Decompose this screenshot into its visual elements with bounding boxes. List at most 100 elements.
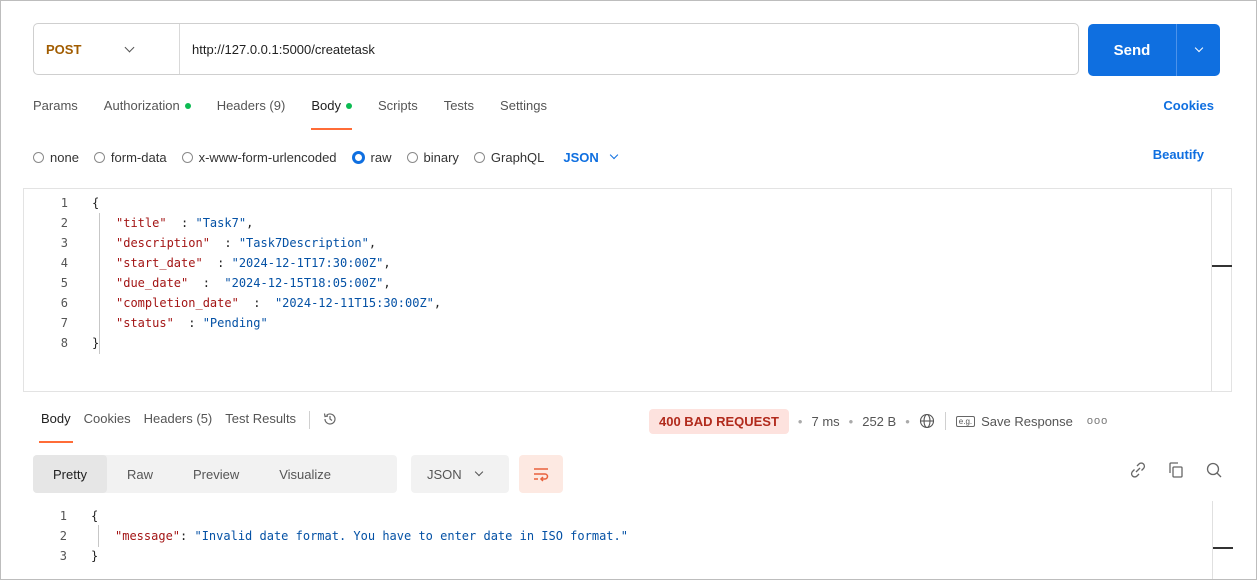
body-type-form-data[interactable]: form-data (93, 149, 167, 165)
tab-authorization[interactable]: Authorization (104, 98, 191, 130)
json-colon: : (188, 276, 225, 290)
editor-scrollbar[interactable] (1211, 189, 1232, 391)
radio-icon[interactable] (406, 151, 418, 163)
code-text: "start_date" : "2024-12-1T17:30:00Z", (116, 256, 391, 270)
tab-settings[interactable]: Settings (500, 98, 547, 130)
line-number: 2 (59, 529, 67, 543)
radio-icon[interactable] (93, 151, 105, 163)
tab-scripts[interactable]: Scripts (378, 98, 418, 130)
tab-label: Tests (443, 98, 475, 113)
tab-headers-9[interactable]: Headers (9) (217, 98, 286, 130)
radio-icon[interactable] (181, 151, 193, 163)
code-text: "title" : "Task7", (116, 216, 253, 230)
response-format-select[interactable]: JSON (411, 455, 509, 493)
response-tab-test-results[interactable]: Test Results (225, 411, 296, 426)
tab-body[interactable]: Body (311, 98, 352, 130)
code-text: "description" : "Task7Description", (116, 236, 376, 250)
save-response-button[interactable]: Save Response (981, 414, 1073, 429)
radio-icon[interactable] (473, 151, 485, 163)
method-select[interactable]: POST (34, 24, 180, 74)
scrollbar-thumb[interactable] (1213, 547, 1233, 549)
tab-tests[interactable]: Tests (444, 98, 474, 130)
more-options-icon[interactable]: ooo (1087, 415, 1108, 427)
chevron-down-icon (1194, 43, 1203, 53)
send-button[interactable]: Send (1088, 24, 1220, 76)
response-tab-body[interactable]: Body (39, 411, 73, 443)
body-type-x-www-form-urlencoded[interactable]: x-www-form-urlencoded (181, 150, 337, 165)
url-input[interactable]: http://127.0.0.1:5000/createtask (180, 42, 375, 57)
response-tools (1128, 460, 1224, 480)
separator-dot: • (905, 413, 910, 429)
response-time[interactable]: 7 ms (811, 414, 839, 429)
send-options-button[interactable] (1177, 43, 1220, 53)
view-tab-preview[interactable]: Preview (173, 455, 259, 493)
body-type-label: form-data (110, 149, 167, 165)
line-number: 8 (60, 336, 68, 350)
body-type-binary[interactable]: binary (406, 150, 459, 165)
chevron-down-icon (124, 42, 135, 52)
globe-icon[interactable] (919, 413, 935, 429)
tab-params[interactable]: Params (33, 98, 78, 130)
line-number: 3 (60, 236, 68, 250)
method-label: POST (46, 41, 82, 57)
brace: { (92, 196, 100, 210)
cookies-link[interactable]: Cookies (1163, 98, 1214, 113)
code-text: "completion_date" : "2024-12-11T15:30:00… (116, 296, 441, 310)
body-type-raw[interactable]: raw (351, 150, 392, 165)
wrap-lines-button[interactable] (519, 455, 563, 493)
view-tab-visualize[interactable]: Visualize (259, 455, 351, 493)
radio-icon[interactable] (351, 150, 365, 164)
json-key: "completion_date" (116, 296, 239, 310)
view-tab-raw[interactable]: Raw (107, 455, 173, 493)
view-tab-pretty[interactable]: Pretty (33, 455, 107, 493)
save-response-icon: e.g. (955, 415, 976, 427)
response-view-tabs: Pretty Raw Preview Visualize (33, 455, 397, 493)
body-type-none[interactable]: none (33, 150, 79, 165)
response-body-viewer[interactable]: 1{2 "message": "Invalid date format. You … (23, 501, 1233, 579)
code-line: 8} (24, 333, 99, 353)
response-scrollbar[interactable] (1212, 501, 1233, 579)
line-number: 1 (60, 196, 68, 210)
response-tabs: Body Cookies Headers (5) Test Results (39, 411, 338, 443)
search-icon[interactable] (1204, 460, 1224, 480)
request-body-editor[interactable]: 1{2 "title" : "Task7", 3 "description" : "T… (23, 188, 1232, 392)
body-type-label: GraphQL (490, 149, 545, 165)
code-line: 2 "title" : "Task7", (24, 213, 254, 233)
code-line: 3} (23, 546, 98, 566)
code-text: { (92, 196, 99, 210)
wrap-lines-icon (534, 468, 549, 482)
separator-dot: • (848, 413, 854, 429)
line-number: 6 (60, 296, 68, 310)
link-icon[interactable] (1128, 460, 1148, 480)
code-line: 1{ (24, 193, 99, 213)
scrollbar-thumb[interactable] (1212, 265, 1232, 267)
postman-window: POST http://127.0.0.1:5000/createtask Se… (0, 0, 1257, 580)
tab-label: Params (33, 98, 78, 113)
json-colon: : (202, 256, 232, 270)
json-key: "description" (116, 236, 210, 250)
tab-label: Settings (500, 98, 548, 113)
json-comma: , (433, 296, 442, 310)
status-dot-icon (345, 103, 352, 109)
tab-label: Body (311, 98, 341, 113)
beautify-button[interactable]: Beautify (1153, 147, 1204, 162)
body-language-select[interactable]: JSON (563, 150, 619, 165)
response-tab-cookies[interactable]: Cookies (84, 411, 131, 426)
response-tab-headers-5[interactable]: Headers (5) (144, 411, 213, 426)
json-colon: : (173, 316, 203, 330)
line-number: 7 (60, 316, 68, 330)
response-size[interactable]: 252 B (862, 414, 896, 429)
separator-dot: • (797, 413, 803, 429)
history-icon[interactable] (322, 411, 338, 427)
request-url-bar: POST http://127.0.0.1:5000/createtask (33, 23, 1079, 75)
status-badge[interactable]: 400 BAD REQUEST (649, 408, 789, 434)
tab-label: Scripts (377, 98, 418, 113)
body-type-graphql[interactable]: GraphQL (473, 149, 545, 165)
copy-icon[interactable] (1166, 460, 1186, 480)
line-number: 2 (60, 216, 68, 230)
json-comma: , (383, 276, 391, 290)
json-key: "message" (115, 529, 181, 543)
json-value: "Pending" (202, 316, 268, 330)
radio-icon[interactable] (33, 151, 44, 163)
line-number: 3 (59, 549, 67, 563)
